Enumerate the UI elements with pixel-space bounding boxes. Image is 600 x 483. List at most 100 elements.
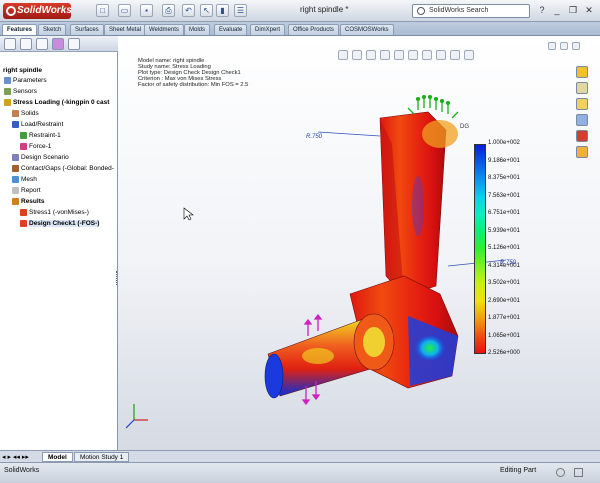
file-explorer-icon[interactable] [576, 98, 588, 110]
panel-tabs [0, 36, 118, 52]
title-bar: SolidWorks □ ▭ ▪ ⎙ ↶ ↖ ▮ ☰ right spindle… [0, 0, 600, 22]
print-icon[interactable]: ⎙ [162, 4, 175, 17]
help-icon[interactable]: ? [535, 4, 549, 17]
model-tabs: ◂ ▸ ◂◂ ▸▸ Model Motion Study 1 [0, 450, 600, 462]
mouse-cursor-icon [183, 207, 194, 221]
status-editing-mode: Editing Part [500, 467, 537, 474]
status-app-name: SolidWorks [4, 467, 40, 474]
design-library-icon[interactable] [576, 82, 588, 94]
appearance-tab-icon[interactable] [52, 38, 64, 50]
tree-item-icon [12, 176, 19, 183]
solidworks-logo-icon [6, 6, 16, 16]
tree-item-icon [12, 121, 19, 128]
axis-triad [125, 404, 148, 429]
tab-features[interactable]: Features [2, 24, 38, 35]
open-folder-icon[interactable]: ▭ [118, 4, 131, 17]
graphics-area[interactable]: Model name: right spindle Study name: St… [118, 36, 600, 450]
tree-item-label: Force-1 [29, 143, 52, 150]
status-bar: SolidWorks Editing Part [0, 462, 600, 483]
tree-item[interactable]: Force-1 [20, 142, 51, 151]
tab-surfaces[interactable]: Surfaces [70, 24, 104, 35]
command-manager-tabs: Features Sketch Surfaces Sheet Metal Wel… [0, 22, 600, 36]
tree-item[interactable]: Design Check1 (-FOS-) [20, 219, 100, 228]
tree-item[interactable]: Parameters [4, 76, 47, 85]
tree-item-label: Mesh [21, 176, 37, 183]
search-box[interactable]: SolidWorks Search [412, 4, 530, 18]
task-pane [576, 66, 590, 158]
shaft-yellow-band [302, 348, 334, 364]
save-icon[interactable]: ▪ [140, 4, 153, 17]
legend-tick-label: 9.186e+001 [488, 157, 520, 164]
simulation-tab-icon[interactable] [68, 38, 80, 50]
undo-icon[interactable]: ↶ [182, 4, 195, 17]
search-icon [417, 7, 425, 15]
tree-item-label: Design Check1 (-FOS-) [29, 220, 100, 227]
property-manager-tab-icon[interactable] [20, 38, 32, 50]
tree-item-icon [12, 110, 19, 117]
tree-item[interactable]: Contact/Gaps (-Global: Bonded- [12, 164, 114, 173]
tree-item-icon [20, 132, 27, 139]
document-title: right spindle * [300, 5, 349, 14]
arm-top-hotspot [422, 120, 458, 148]
tree-item[interactable]: Stress1 (-vonMises-) [20, 208, 89, 217]
restore-icon[interactable]: ❐ [566, 4, 580, 17]
feature-manager-tab-icon[interactable] [4, 38, 16, 50]
legend-tick-label: 2.690e+001 [488, 297, 520, 304]
tab-sketch[interactable]: Sketch [38, 24, 67, 35]
tree-item[interactable]: Stress Loading (-kingpin 0 cast [4, 98, 109, 107]
tab-weldments[interactable]: Weldments [144, 24, 184, 35]
dimension-line-1 [317, 131, 381, 137]
appearances-scenes-icon[interactable] [576, 146, 588, 158]
configuration-manager-tab-icon[interactable] [36, 38, 48, 50]
search-results-icon[interactable] [576, 114, 588, 126]
tree-item-label: Parameters [13, 77, 47, 84]
tree-item-icon [4, 88, 11, 95]
tree-item[interactable]: Design Scenario [12, 153, 69, 162]
tab-evaluate[interactable]: Evaluate [214, 24, 248, 35]
tree-item-label: Load/Restraint [21, 121, 64, 128]
tab-model[interactable]: Model [42, 452, 73, 462]
tree-item-icon [20, 220, 27, 227]
tab-office-products[interactable]: Office Products [288, 24, 339, 35]
spindle-hub-inner [363, 327, 385, 357]
rebuild-icon[interactable]: ▮ [216, 4, 229, 17]
tree-item-icon [12, 154, 19, 161]
minimize-icon[interactable]: _ [550, 4, 564, 17]
tab-sheet-metal[interactable]: Sheet Metal [104, 24, 147, 35]
select-arrow-icon[interactable]: ↖ [200, 4, 213, 17]
tree-item-label: Results [21, 198, 45, 205]
tree-item[interactable]: Report [12, 186, 41, 195]
tree-root[interactable]: right spindle [3, 66, 42, 75]
tree-item[interactable]: Restraint-1 [20, 131, 61, 140]
arm-blue-streak [412, 176, 424, 236]
tree-item[interactable]: Mesh [12, 175, 37, 184]
tree-item[interactable]: Results [12, 197, 44, 206]
tree-item-label: Stress1 (-vonMises-) [29, 209, 89, 216]
tab-dimxpert[interactable]: DimXpert [250, 24, 286, 35]
solidworks-resources-icon[interactable] [576, 66, 588, 78]
close-icon[interactable]: ✕ [582, 4, 596, 17]
tab-molds[interactable]: Molds [184, 24, 211, 35]
tree-item-icon [20, 209, 27, 216]
tree-item-label: Sensors [13, 88, 37, 95]
tab-cosmosworks[interactable]: COSMOSWorks [340, 24, 394, 35]
dimension-label-1[interactable]: R.750 [306, 134, 323, 140]
tree-item[interactable]: Sensors [4, 87, 37, 96]
tab-motion-study-1[interactable]: Motion Study 1 [74, 452, 130, 462]
tree-item-label: Restraint-1 [29, 132, 61, 139]
rebuild-status-icon[interactable] [556, 468, 565, 477]
view-palette-icon[interactable] [576, 130, 588, 142]
legend-tick-label: 4.314e+001 [488, 262, 520, 269]
tab-scroll-arrows[interactable]: ◂ ▸ ◂◂ ▸▸ [2, 453, 29, 461]
tree-item-label: Design Scenario [21, 154, 69, 161]
new-document-icon[interactable]: □ [96, 4, 109, 17]
options-icon[interactable]: ☰ [234, 4, 247, 17]
legend-tick-label: 8.375e+001 [488, 175, 520, 181]
app-name: SolidWorks [17, 5, 72, 16]
tree-item[interactable]: Solids [12, 109, 39, 118]
solidworks-logo[interactable]: SolidWorks [3, 3, 72, 19]
search-input[interactable]: SolidWorks Search [429, 7, 488, 14]
help-status-icon[interactable] [574, 468, 583, 477]
tree-item-icon [4, 77, 11, 84]
tree-item[interactable]: Load/Restraint [12, 120, 63, 129]
